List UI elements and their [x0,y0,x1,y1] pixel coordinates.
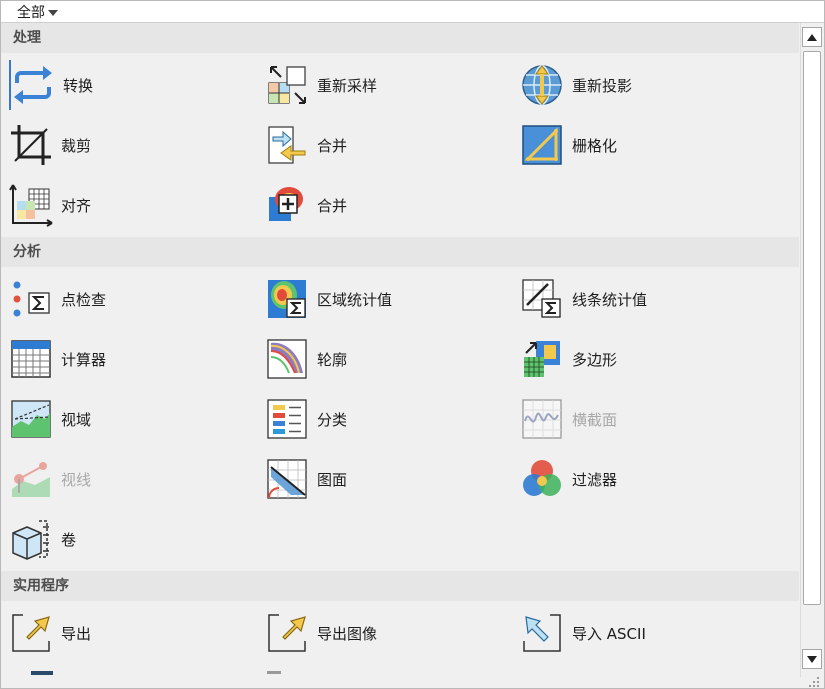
tool-volume[interactable]: 卷 [9,514,76,564]
scroll-down-button[interactable] [802,649,822,669]
tool-classify[interactable]: 分类 [265,394,347,444]
tool-label: 卷 [61,530,77,549]
contour-icon [265,337,309,381]
tool-surface[interactable]: 图面 [265,454,347,504]
export-image-icon [265,611,309,655]
tool-cross-section[interactable]: 横截面 [520,394,617,444]
line-of-sight-icon [9,457,53,501]
merge-add-icon [265,183,309,227]
section-header-utilities: 实用程序 [1,571,799,601]
tool-line-stats[interactable]: 线条统计值 [520,274,647,324]
tool-label: 线条统计值 [572,290,648,309]
tool-label: 分类 [317,410,348,429]
filter-circles-icon [520,457,564,501]
cross-section-icon [520,397,564,441]
align-grid-icon [9,183,53,227]
tool-label: 多边形 [572,350,618,369]
tool-label: 计算器 [61,350,107,369]
scrollbar-thumb[interactable] [803,51,821,605]
tool-reproject[interactable]: 重新投影 [520,60,632,110]
partial-tool-icon [31,671,53,675]
scroll-up-button[interactable] [802,27,822,47]
tool-label: 视线 [61,470,92,489]
tool-export-image[interactable]: 导出图像 [265,608,377,658]
polygon-icon [520,337,564,381]
resize-grip-icon[interactable] [809,675,821,687]
arrow-down-icon [807,655,817,663]
volume-cube-icon [9,517,53,561]
import-ascii-icon [520,611,564,655]
tool-polygon[interactable]: 多边形 [520,334,617,384]
tool-label: 转换 [63,76,94,95]
tool-merge-add[interactable]: 合并 [265,180,347,230]
line-stats-icon [520,277,564,321]
tool-contour[interactable]: 轮廓 [265,334,347,384]
chevron-down-icon [48,9,58,16]
category-dropdown[interactable]: 全部 [17,2,58,21]
tool-zonal-stats[interactable]: 区域统计值 [265,274,392,324]
tool-label: 区域统计值 [317,290,393,309]
tool-label: 导入 ASCII [572,624,646,643]
tool-label: 图面 [317,470,348,489]
section-title: 分析 [13,244,41,260]
category-dropdown-value: 全部 [17,4,45,21]
tool-label: 合并 [317,136,348,155]
tool-label: 横截面 [572,410,618,429]
rasterize-icon [520,123,564,167]
calculator-icon [9,337,53,381]
tool-line-of-sight[interactable]: 视线 [9,454,91,504]
tool-label: 裁剪 [61,136,92,155]
tool-label: 重新采样 [317,76,378,95]
tool-label: 导出 [61,624,92,643]
tool-label: 合并 [317,196,348,215]
tool-label: 轮廓 [317,350,348,369]
convert-arrows-icon [11,63,55,107]
tool-export[interactable]: 导出 [9,608,91,658]
tool-align[interactable]: 对齐 [9,180,91,230]
arrow-up-icon [807,33,817,41]
tool-resample[interactable]: 重新采样 [265,60,377,110]
viewshed-icon [9,397,53,441]
clip-icon [9,123,53,167]
tool-label: 点检查 [61,290,107,309]
merge-arrow-icon [265,123,309,167]
tool-convert[interactable]: 转换 [9,60,93,110]
classify-icon [265,397,309,441]
section-title: 实用程序 [13,578,69,594]
tool-viewshed[interactable]: 视域 [9,394,91,444]
filter-bar: 全部 [1,1,824,23]
tool-label: 重新投影 [572,76,633,95]
tool-point-inspect[interactable]: 点检查 [9,274,106,324]
raster-tools-panel: 全部 处理 转换 重新采样 重新投影 裁剪 合并 栅格化 对齐 合并 分析 点检… [0,0,825,689]
tool-label: 视域 [61,410,92,429]
zonal-stats-icon [265,277,309,321]
tool-import-ascii[interactable]: 导入 ASCII [520,608,646,658]
section-title: 处理 [13,30,41,46]
tool-label: 栅格化 [572,136,618,155]
partial-tool-icon [267,671,281,674]
reproject-globe-icon [520,63,564,107]
vertical-scrollbar[interactable] [800,23,824,677]
tool-filter[interactable]: 过滤器 [520,454,617,504]
export-icon [9,611,53,655]
tool-merge[interactable]: 合并 [265,120,347,170]
resample-icon [265,63,309,107]
section-header-analysis: 分析 [1,237,799,267]
tool-label: 过滤器 [572,470,618,489]
tool-label: 对齐 [61,196,92,215]
tool-rasterize[interactable]: 栅格化 [520,120,617,170]
tool-clip[interactable]: 裁剪 [9,120,91,170]
section-header-processing: 处理 [1,23,799,53]
point-inspect-icon [9,277,53,321]
tool-calculator[interactable]: 计算器 [9,334,106,384]
surface-icon [265,457,309,501]
tool-label: 导出图像 [317,624,378,643]
tool-gallery: 处理 转换 重新采样 重新投影 裁剪 合并 栅格化 对齐 合并 分析 点检查 区… [1,23,799,675]
